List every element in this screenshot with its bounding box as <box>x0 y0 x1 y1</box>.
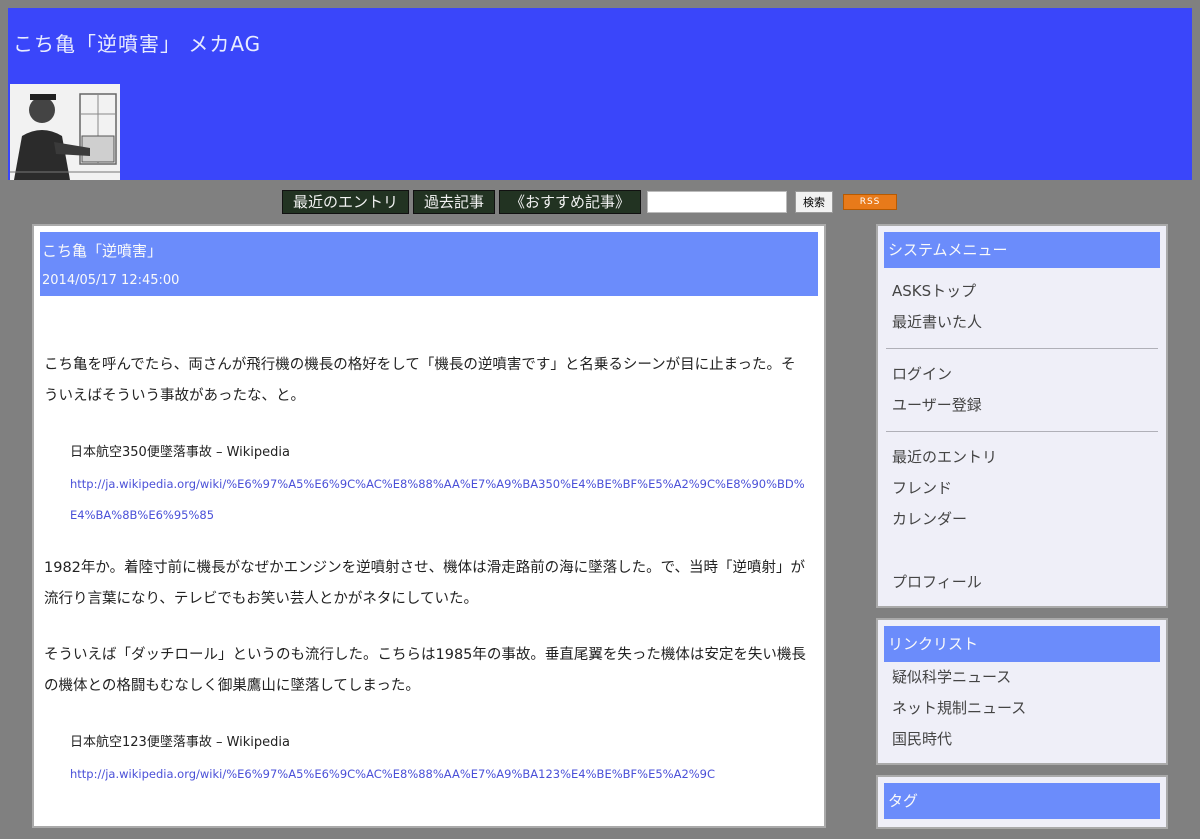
entry-body: こち亀を呼んでたら、両さんが飛行機の機長の格好をして「機長の逆噴害です」と名乗る… <box>34 296 824 790</box>
entry-header: こち亀「逆噴害」 2014/05/17 12:45:00 <box>40 232 818 296</box>
menu-divider <box>886 348 1158 349</box>
quote-link[interactable]: http://ja.wikipedia.org/wiki/%E6%97%A5%E… <box>70 759 810 790</box>
rss-badge[interactable]: RSS <box>843 194 898 210</box>
search-input[interactable] <box>647 191 788 213</box>
link-item[interactable]: 疑似科学ニュース <box>884 662 1160 693</box>
site-header: こち亀「逆噴害」 メカAG <box>8 8 1192 180</box>
entry-title[interactable]: こち亀「逆噴害」 <box>42 240 818 261</box>
menu-item-friends[interactable]: フレンド <box>884 473 1160 504</box>
link-list-title: リンクリスト <box>884 626 1160 662</box>
sidebar: システムメニュー ASKSトップ 最近書いた人 ログイン ユーザー登録 最近のエ… <box>876 224 1168 839</box>
entry-paragraph: そういえば「ダッチロール」というのも流行した。こちらは1985年の事故。垂直尾翼… <box>44 647 806 694</box>
quote-link[interactable]: http://ja.wikipedia.org/wiki/%E6%97%A5%E… <box>70 469 810 531</box>
entry-container: こち亀「逆噴害」 2014/05/17 12:45:00 こち亀を呼んでたら、両… <box>32 224 826 828</box>
nav-recent-entries[interactable]: 最近のエントリ <box>282 190 410 214</box>
tags-title: タグ <box>884 783 1160 819</box>
menu-item-asks-top[interactable]: ASKSトップ <box>884 276 1160 307</box>
header-manga-image <box>10 84 120 180</box>
nav-recommended[interactable]: 《おすすめ記事》 <box>499 190 642 214</box>
nav-bar: 最近のエントリ 過去記事 《おすすめ記事》 検索 RSS <box>282 190 898 214</box>
menu-item-register[interactable]: ユーザー登録 <box>884 390 1160 421</box>
link-list-box: リンクリスト 疑似科学ニュース ネット規制ニュース 国民時代 <box>876 618 1168 765</box>
quote-title: 日本航空350便墜落事故 – Wikipedia <box>70 445 290 460</box>
entry-paragraph: こち亀を呼んでたら、両さんが飛行機の機長の格好をして「機長の逆噴害です」と名乗る… <box>44 357 796 404</box>
quote-title: 日本航空123便墜落事故 – Wikipedia <box>70 735 290 750</box>
menu-divider <box>886 431 1158 432</box>
menu-item-recent-writers[interactable]: 最近書いた人 <box>884 307 1160 338</box>
menu-item-login[interactable]: ログイン <box>884 359 1160 390</box>
menu-item-calendar[interactable]: カレンダー <box>884 504 1160 535</box>
entry-date: 2014/05/17 12:45:00 <box>42 273 180 288</box>
system-menu-box: システムメニュー ASKSトップ 最近書いた人 ログイン ユーザー登録 最近のエ… <box>876 224 1168 608</box>
manga-illustration <box>10 84 120 180</box>
link-item[interactable]: ネット規制ニュース <box>884 693 1160 724</box>
quote-block: 日本航空123便墜落事故 – Wikipedia http://ja.wikip… <box>70 727 810 790</box>
search-button[interactable]: 検索 <box>795 191 834 213</box>
link-item[interactable]: 国民時代 <box>884 724 1160 755</box>
site-title[interactable]: こち亀「逆噴害」 メカAG <box>13 28 261 57</box>
entry-paragraph: 1982年か。着陸寸前に機長がなぜかエンジンを逆噴射させ、機体は滑走路前の海に墜… <box>44 560 806 607</box>
system-menu-title: システムメニュー <box>884 232 1160 268</box>
nav-past-articles[interactable]: 過去記事 <box>413 190 496 214</box>
tags-box: タグ <box>876 775 1168 829</box>
quote-block: 日本航空350便墜落事故 – Wikipedia http://ja.wikip… <box>70 437 810 531</box>
menu-item-recent-entries[interactable]: 最近のエントリ <box>884 442 1160 473</box>
menu-item-profile[interactable]: プロフィール <box>884 567 1160 598</box>
